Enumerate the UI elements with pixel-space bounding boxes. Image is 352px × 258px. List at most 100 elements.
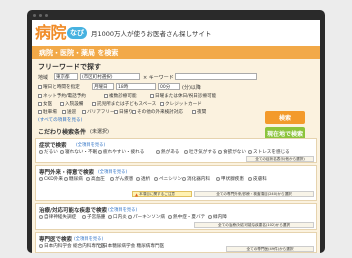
specialty-all-link[interactable]: (全項目を見る) — [98, 169, 127, 175]
treatment-option[interactable]: 熱中症・夏バテ — [168, 214, 205, 220]
day-select[interactable]: 月曜日 — [92, 83, 114, 90]
option-holiday[interactable]: 日曜または休日/祝日診療可能 — [150, 93, 216, 99]
specialty-label: 高血圧 — [91, 177, 105, 182]
option-female-doctor[interactable]: 女医 — [38, 101, 52, 107]
radio-icon — [86, 177, 90, 181]
treatment-option[interactable]: 緑内障 — [208, 214, 227, 220]
radio-icon — [60, 150, 64, 154]
symptom-option[interactable]: 食欲がない — [218, 149, 246, 155]
conditions-title: こだわり検索条件 — [38, 129, 87, 136]
checkbox-icon — [150, 94, 154, 98]
radio-icon — [218, 150, 222, 154]
specialty-notice[interactable]: ▲ 本項目に関するご注意 — [132, 191, 192, 197]
option-parking[interactable]: 駐車場 — [38, 109, 57, 115]
specialty-option[interactable]: 高血圧 — [86, 176, 105, 182]
option-label: 託児所または子どもスペース — [97, 102, 157, 107]
option-credit-card[interactable]: クレジットカード — [160, 101, 202, 107]
radio-icon — [208, 215, 212, 219]
minute-value: 00分 — [160, 84, 171, 90]
specialty-title: 専門外来・得意で検索 — [39, 170, 95, 176]
checkbox-icon — [92, 102, 96, 106]
doctor-all-button[interactable]: 全ての専門医(49件)から選択 — [226, 246, 314, 252]
maximize-dot-icon[interactable] — [45, 13, 48, 17]
symptom-option[interactable]: 疲れやすい・疲れる — [98, 149, 144, 155]
option-dayreturn[interactable]: 日帰り — [114, 109, 133, 115]
specialty-option[interactable]: ペニシリン — [154, 176, 182, 182]
minimize-dot-icon[interactable] — [39, 13, 42, 17]
radio-icon — [39, 177, 43, 181]
option-label: 日帰り — [119, 110, 133, 115]
prefecture-select[interactable]: 東京都 — [54, 73, 78, 80]
symptom-all-link[interactable]: (全項目を見る) — [76, 142, 105, 148]
option-other-outpatient[interactable]: その他の外来検討対応 — [132, 109, 183, 115]
doctor-all-link[interactable]: (全項目を見る) — [74, 236, 103, 242]
option-night[interactable]: 夜間 — [192, 109, 206, 115]
doctor-option[interactable]: 日本内科学会 総合内科専門医 — [39, 243, 105, 249]
logo-main-text: 病院 — [35, 23, 67, 42]
option-net-reserve[interactable]: ネット予約/電話予約 — [38, 93, 86, 99]
symptom-option[interactable]: 寝れない・不眠 — [60, 149, 97, 155]
radio-icon — [182, 177, 186, 181]
show-all-options-link[interactable]: (すべての項目を見る) — [38, 117, 82, 123]
specialty-label: がん疾患 — [115, 177, 134, 182]
treatment-option[interactable]: 子宮筋腫 — [82, 214, 105, 220]
treatment-option[interactable]: 自律神経失調症 — [39, 214, 76, 220]
symptom-option[interactable]: 熱がある — [156, 149, 179, 155]
search-button[interactable]: 検索 — [265, 111, 305, 124]
minute-select[interactable]: 00分 — [158, 83, 180, 90]
hour-value: 18時 — [118, 84, 129, 90]
specialty-option[interactable]: 皮膚科 — [248, 176, 267, 182]
symptom-label: 食欲がない — [223, 150, 246, 155]
specialty-label: CKD外来 — [44, 177, 63, 182]
specialty-label: 甲状腺疾患 — [221, 177, 244, 182]
option-pickup[interactable]: 送迎 — [62, 109, 76, 115]
specialty-label: 皮膚科 — [253, 177, 267, 182]
specialty-label: 消化器内科 — [187, 177, 210, 182]
treatment-all-link[interactable]: (全項目を見る) — [108, 207, 137, 213]
symptom-title: 症状で検索 — [39, 143, 67, 149]
option-barrierfree[interactable]: バリアフリー — [82, 109, 115, 115]
specialty-option[interactable]: 消化器内科 — [182, 176, 210, 182]
keyword-input[interactable] — [175, 73, 257, 80]
checkbox-icon — [132, 110, 136, 114]
option-inpatient[interactable]: 入院設備 — [60, 101, 83, 107]
specialty-option[interactable]: 糖尿病 — [64, 176, 83, 182]
option-multi[interactable]: 複数診療可能 — [104, 93, 137, 99]
site-logo[interactable]: 病院 なび — [35, 23, 88, 42]
symptom-label: 吐き気がする — [189, 150, 217, 155]
symptom-option[interactable]: だるい — [39, 149, 58, 155]
radio-icon — [184, 150, 188, 154]
option-label: 入院設備 — [65, 102, 84, 107]
doctor-option[interactable]: 日本糖尿病学会 糖尿病専門医 — [98, 243, 164, 249]
specialty-option[interactable]: CKD外来 — [39, 176, 63, 182]
time-checkbox[interactable]: 曜日と時間を指定 — [38, 84, 80, 90]
city-value: (市区町村選択) — [82, 74, 113, 80]
treatment-all-button[interactable]: 全ての治療/対応可能な疾患名(102)から選択 — [194, 222, 314, 228]
specialty-option[interactable]: 甲状腺疾患 — [216, 176, 244, 182]
treatment-label: 自律神経失調症 — [44, 215, 77, 220]
specialty-all-button[interactable]: 全ての専門外来/診療・検査項目(240)から選択 — [194, 191, 314, 197]
specialty-option[interactable]: 透析 — [136, 176, 150, 182]
option-label: その他の外来検討対応 — [137, 110, 183, 115]
city-select[interactable]: (市区町村選択) — [80, 73, 140, 80]
treatment-option[interactable]: パーキンソン病 — [128, 214, 165, 220]
radio-icon — [64, 177, 68, 181]
logo-sub-text: なび — [67, 27, 88, 39]
symptom-option[interactable]: 吐き気がする — [184, 149, 217, 155]
hour-select[interactable]: 18時 — [116, 83, 156, 90]
symptom-section: 症状で検索 (全項目を見る) だるい 寝れない・不眠 疲れやすい・疲れる 熱があ… — [35, 138, 317, 163]
symptom-all-button[interactable]: 全ての症状名表示(他から選択) — [246, 156, 314, 162]
close-dot-icon[interactable] — [33, 13, 36, 17]
checkbox-icon — [160, 102, 164, 106]
radio-icon — [39, 150, 43, 154]
radio-icon — [110, 177, 114, 181]
treatment-label: パーキンソン病 — [133, 215, 166, 220]
specialty-section: 専門外来・得意で検索 (全項目を見る) CKD外来 糖尿病 高血圧 がん疾患 透… — [35, 165, 317, 201]
radio-icon — [216, 177, 220, 181]
area-label: 地域 — [38, 75, 49, 81]
treatment-option[interactable]: 口内炎 — [108, 214, 127, 220]
specialty-option[interactable]: がん疾患 — [110, 176, 133, 182]
option-childcare[interactable]: 託児所または子どもスペース — [92, 101, 156, 107]
checkbox-icon — [38, 102, 42, 106]
symptom-option[interactable]: ストレスを感じる — [248, 149, 290, 155]
